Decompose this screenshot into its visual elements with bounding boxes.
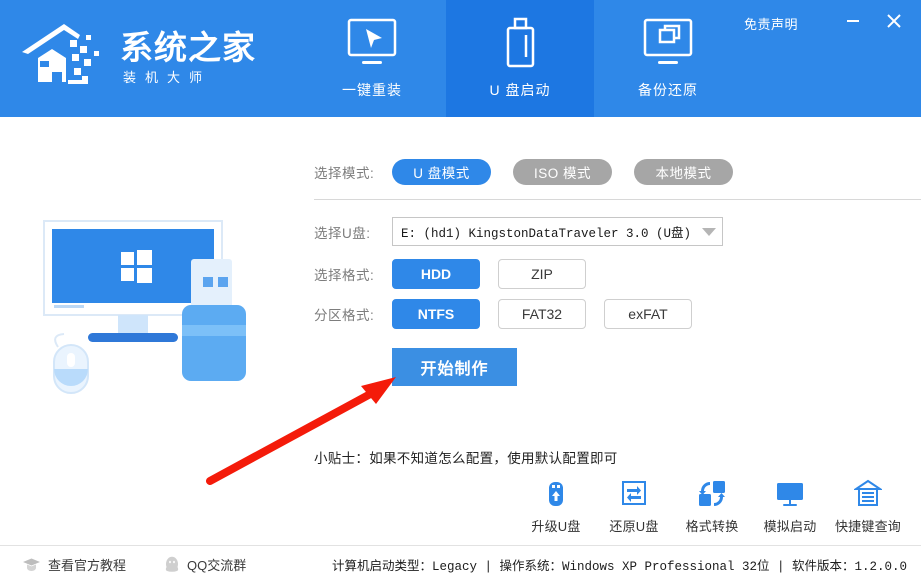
monitor-cursor-icon: [342, 17, 402, 73]
start-make-button[interactable]: 开始制作: [392, 348, 517, 386]
format-convert-icon: [697, 478, 727, 510]
mode-label: 选择模式:: [314, 166, 375, 181]
usb-selector-row: 选择U盘: E: (hd1) KingstonDataTraveler 3.0 …: [314, 217, 723, 246]
close-icon: [887, 14, 901, 28]
tab-label: U 盘启动: [489, 82, 551, 98]
computer-usb-mouse-illustration: [30, 217, 310, 417]
main-nav: 一键重装 U 盘启动 备份还原: [298, 0, 742, 117]
usb-select[interactable]: E: (hd1) KingstonDataTraveler 3.0 (U盘) 2…: [392, 217, 723, 246]
monitor-windows-icon: [638, 17, 698, 73]
house-logo-icon: [18, 18, 116, 98]
format-option-zip[interactable]: ZIP: [498, 259, 586, 289]
usb-upgrade-icon: [542, 478, 570, 510]
tab-backup-restore[interactable]: 备份还原: [594, 0, 742, 117]
mode-option-iso[interactable]: ISO 模式: [513, 159, 612, 185]
tool-label: 升级U盘: [531, 519, 581, 534]
bottom-tools: 升级U盘 还原U盘 格式转换 模拟启动 快捷键查询: [0, 478, 921, 545]
qq-group-link-label: QQ交流群: [187, 557, 247, 573]
system-info-text: 计算机启动类型：Legacy | 操作系统：Windows XP Profess…: [331, 559, 907, 574]
tool-format-convert[interactable]: 格式转换: [673, 478, 751, 535]
partition-option-exfat[interactable]: exFAT: [604, 299, 692, 329]
brand-subtitle: 装机大师: [123, 70, 212, 85]
panel-divider: [314, 199, 921, 200]
format-selector-row: 选择格式: HDD ZIP: [314, 259, 604, 289]
brand-logo-block: 系统之家 装机大师: [18, 10, 308, 106]
tool-label: 快捷键查询: [834, 519, 901, 534]
tool-label: 还原U盘: [609, 519, 659, 534]
hotkey-lookup-icon: [854, 478, 882, 510]
usb-label: 选择U盘:: [314, 225, 371, 241]
qq-group-link[interactable]: QQ交流群: [164, 555, 246, 574]
app-header: 系统之家 装机大师 一键重装 U 盘启动 备份还原 免责声明: [0, 0, 921, 117]
tip-text: 小贴士：如果不知道怎么配置，使用默认配置即可: [314, 451, 618, 466]
mode-option-local[interactable]: 本地模式: [634, 159, 733, 185]
tab-one-key-reinstall[interactable]: 一键重装: [298, 0, 446, 117]
tool-usb-restore[interactable]: 还原U盘: [595, 478, 673, 535]
close-button[interactable]: [879, 8, 909, 34]
usb-drive-icon: [490, 17, 550, 73]
graduation-cap-icon: [22, 557, 41, 572]
tab-usb-boot[interactable]: U 盘启动: [446, 0, 594, 117]
chevron-down-icon: [702, 227, 716, 236]
status-bar: 查看官方教程 QQ交流群 计算机启动类型：Legacy | 操作系统：Windo…: [0, 545, 921, 582]
format-label: 选择格式:: [314, 268, 375, 283]
minimize-button[interactable]: [838, 8, 868, 34]
tool-simulate-boot[interactable]: 模拟启动: [751, 478, 829, 535]
partition-selector-row: 分区格式: NTFS FAT32 exFAT: [314, 299, 710, 329]
tutorial-link-label: 查看官方教程: [48, 557, 127, 573]
partition-option-ntfs[interactable]: NTFS: [392, 299, 480, 329]
minimize-icon: [847, 20, 859, 22]
mode-option-usb[interactable]: U 盘模式: [392, 159, 491, 185]
disclaimer-link[interactable]: 免责声明: [744, 14, 798, 33]
usb-restore-icon: [620, 478, 648, 510]
simulate-boot-icon: [775, 478, 805, 510]
tab-label: 备份还原: [638, 82, 698, 98]
tool-hotkey-lookup[interactable]: 快捷键查询: [829, 478, 907, 535]
format-option-hdd[interactable]: HDD: [392, 259, 480, 289]
tab-label: 一键重装: [342, 82, 402, 98]
usb-select-value: E: (hd1) KingstonDataTraveler 3.0 (U盘) 2…: [401, 227, 698, 241]
mode-selector-row: 选择模式: U 盘模式 ISO 模式 本地模式: [314, 159, 755, 185]
tool-usb-upgrade[interactable]: 升级U盘: [517, 478, 595, 535]
partition-option-fat32[interactable]: FAT32: [498, 299, 586, 329]
tutorial-link[interactable]: 查看官方教程: [22, 555, 126, 574]
partition-label: 分区格式:: [314, 308, 375, 323]
qq-penguin-icon: [164, 556, 180, 573]
tool-label: 模拟启动: [763, 519, 817, 534]
tool-label: 格式转换: [685, 519, 739, 534]
brand-title: 系统之家: [120, 29, 256, 66]
